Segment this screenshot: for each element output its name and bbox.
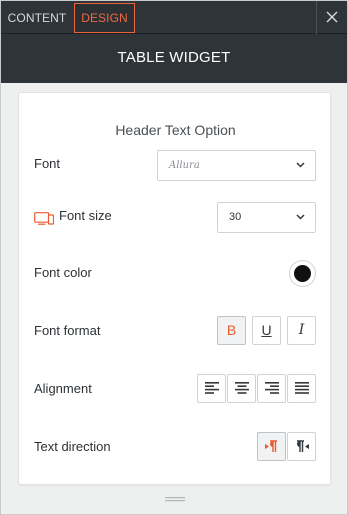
align-justify-icon [295, 382, 309, 394]
ltr-direction-button[interactable] [257, 432, 286, 461]
chevron-down-icon [296, 162, 305, 168]
close-button[interactable] [316, 1, 347, 34]
text-direction-label: Text direction [34, 439, 111, 454]
chevron-down-icon [296, 214, 305, 220]
align-right-button[interactable] [257, 374, 286, 403]
align-center-button[interactable] [227, 374, 256, 403]
panel-title: TABLE WIDGET [1, 34, 347, 83]
ltr-direction-icon [265, 440, 277, 452]
font-format-label: Font format [34, 323, 101, 338]
rtl-direction-icon [297, 440, 309, 452]
underline-button[interactable]: U [252, 316, 281, 345]
rtl-direction-button[interactable] [287, 432, 316, 461]
font-size-value: 30 [229, 211, 242, 223]
align-left-button[interactable] [197, 374, 226, 403]
align-right-icon [265, 382, 279, 394]
italic-button[interactable]: I [287, 316, 316, 345]
font-color-swatch [294, 265, 311, 282]
font-size-label: Font size [59, 208, 112, 223]
tab-bar: CONTENT DESIGN [1, 1, 347, 34]
align-left-icon [205, 382, 219, 394]
font-label: Font [34, 156, 61, 171]
resize-grip-icon[interactable] [165, 497, 185, 503]
font-size-select[interactable]: 30 [217, 202, 316, 233]
header-text-options-card: Header Text Option Font Allura Font size… [18, 92, 331, 485]
align-justify-button[interactable] [287, 374, 316, 403]
font-select[interactable]: Allura [157, 150, 316, 181]
tab-design[interactable]: DESIGN [74, 3, 135, 33]
close-icon [326, 11, 338, 23]
responsive-devices-icon[interactable] [34, 212, 54, 225]
font-color-picker[interactable] [289, 260, 316, 287]
font-color-label: Font color [34, 265, 92, 280]
alignment-label: Alignment [34, 381, 92, 396]
tab-content[interactable]: CONTENT [2, 2, 72, 34]
section-title: Header Text Option [115, 122, 236, 138]
widget-settings-panel: CONTENT DESIGN TABLE WIDGET Header Text … [0, 0, 348, 515]
bold-button[interactable]: B [217, 316, 246, 345]
font-select-value: Allura [169, 160, 200, 171]
align-center-icon [235, 382, 249, 394]
